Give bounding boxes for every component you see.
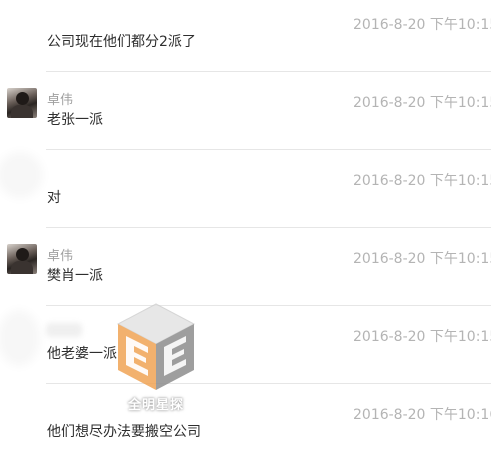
watermark-logo: 全明星探: [112, 302, 200, 422]
message-text: 他老婆一派: [47, 346, 117, 362]
blurred-avatar-icon[interactable]: [6, 318, 32, 358]
chat-message[interactable]: 卓伟 2016-8-20 下午10:15 老张一派: [0, 78, 491, 156]
user-photo-icon[interactable]: [7, 244, 37, 274]
message-timestamp: 2016-8-20 下午10:15: [353, 173, 491, 189]
message-timestamp: 2016-8-20 下午10:15: [353, 329, 491, 345]
message-text: 樊肖一派: [47, 268, 103, 284]
cube-logo-icon: [116, 303, 196, 390]
chat-message[interactable]: 2016-8-20 下午10:15 公司现在他们都分2派了: [0, 0, 491, 78]
chat-message[interactable]: 卓伟 2016-8-20 下午10:15 樊肖一派: [0, 234, 491, 312]
message-timestamp: 2016-8-20 下午10:15: [353, 251, 491, 267]
message-timestamp: 2016-8-20 下午10:15: [353, 95, 491, 111]
message-divider: [46, 71, 491, 72]
sender-name[interactable]: 卓伟: [47, 245, 73, 264]
chat-message[interactable]: 2016-8-20 下午10:16 他们想尽办法要搬空公司: [0, 390, 491, 457]
message-divider: [46, 227, 491, 228]
message-text: 他们想尽办法要搬空公司: [47, 424, 201, 440]
message-divider: [46, 149, 491, 150]
message-text: 公司现在他们都分2派了: [47, 34, 196, 50]
message-text: 老张一派: [47, 112, 103, 128]
chat-message[interactable]: 2016-8-20 下午10:15 对: [0, 156, 491, 234]
sender-name[interactable]: 卓伟: [47, 89, 73, 108]
blurred-avatar-icon[interactable]: [5, 160, 35, 190]
chat-message-list: 2016-8-20 下午10:15 公司现在他们都分2派了 卓伟 2016-8-…: [0, 0, 491, 457]
watermark-text: 全明星探: [127, 398, 184, 413]
chat-message[interactable]: 2016-8-20 下午10:15 他老婆一派: [0, 312, 491, 390]
blurred-sender-name: [46, 323, 82, 337]
user-photo-icon[interactable]: [7, 88, 37, 118]
message-timestamp: 2016-8-20 下午10:15: [353, 17, 491, 33]
message-text: 对: [47, 190, 61, 206]
message-timestamp: 2016-8-20 下午10:16: [353, 407, 491, 423]
